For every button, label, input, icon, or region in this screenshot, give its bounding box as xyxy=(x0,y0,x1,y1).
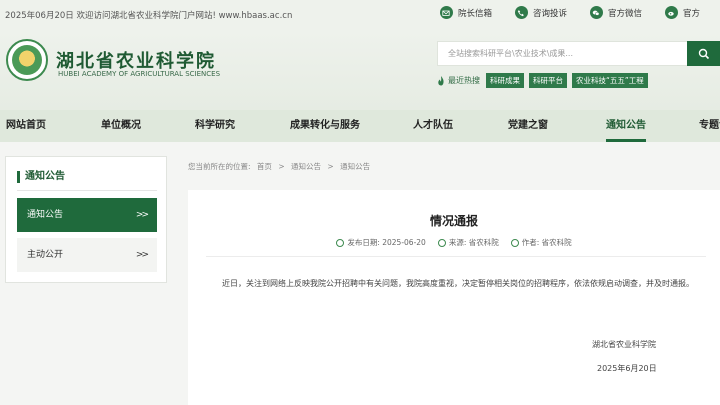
source-text: 来源: 省农科院 xyxy=(448,238,499,247)
breadcrumb-separator: > xyxy=(327,162,334,171)
search-button[interactable] xyxy=(687,41,720,66)
top-link-label: 咨询投诉 xyxy=(532,8,567,19)
logo-emblem xyxy=(12,45,42,75)
sidebar-divider xyxy=(17,190,157,191)
article-panel: 情况通报 发布日期: 2025-06-20 来源: 省农科院 作者: 省农科院 … xyxy=(188,190,720,405)
sidebar: 通知公告 通知公告 >> 主动公开 >> xyxy=(5,156,167,283)
top-link-label: 官方 xyxy=(682,8,700,19)
publish-date-text: 发布日期: 2025-06-20 xyxy=(347,238,426,247)
article-meta: 发布日期: 2025-06-20 来源: 省农科院 作者: 省农科院 xyxy=(188,237,720,248)
nav-item-topics[interactable]: 专题专 xyxy=(699,110,720,142)
nav-item-transfer[interactable]: 成果转化与服务 xyxy=(290,110,360,142)
site-header: 湖北省农业科学院 HUBEI ACADEMY OF AGRICULTURAL S… xyxy=(0,30,720,110)
sidebar-item-notices[interactable]: 通知公告 >> xyxy=(17,198,157,232)
breadcrumb-home-link[interactable]: 首页 xyxy=(257,162,272,171)
top-link-president-mailbox[interactable]: 院长信箱 xyxy=(439,6,492,19)
nav-item-research[interactable]: 科学研究 xyxy=(195,110,235,142)
hot-tag[interactable]: 科研平台 xyxy=(529,73,567,88)
site-logo[interactable] xyxy=(6,39,48,81)
welcome-text: 2025年06月20日 欢迎访问湖北省农业科学院门户网站! www.hbaas.… xyxy=(5,11,293,21)
breadcrumb-separator: > xyxy=(278,162,285,171)
nav-item-talent[interactable]: 人才队伍 xyxy=(413,110,453,142)
breadcrumb-prefix: 您当前所在的位置: xyxy=(188,162,251,171)
top-link-label: 院长信箱 xyxy=(457,8,492,19)
clock-icon xyxy=(336,238,345,247)
sidebar-title: 通知公告 xyxy=(17,171,65,183)
article-body: 近日，关注到网络上反映我院公开招聘中有关问题，我院高度重视，决定暂停相关岗位的招… xyxy=(222,279,694,288)
sidebar-item-disclosure[interactable]: 主动公开 >> xyxy=(17,238,157,272)
flame-icon xyxy=(438,75,444,85)
source-icon xyxy=(437,238,446,247)
chevron-right-icon: >> xyxy=(135,250,149,260)
sidebar-item-label: 通知公告 xyxy=(27,210,64,220)
nav-item-party[interactable]: 党建之窗 xyxy=(508,110,548,142)
breadcrumb-notices-link[interactable]: 通知公告 xyxy=(291,162,321,171)
article-title: 情况通报 xyxy=(429,214,478,228)
meta-divider xyxy=(206,256,706,257)
top-link-complaints[interactable]: 咨询投诉 xyxy=(514,6,567,19)
wechat-icon xyxy=(589,6,603,19)
hot-searches-label: 最近热搜 xyxy=(448,76,480,85)
hot-tag[interactable]: 科研成果 xyxy=(486,73,524,88)
nav-active-indicator xyxy=(606,139,646,142)
mail-icon xyxy=(439,6,453,19)
chevron-right-icon: >> xyxy=(135,210,149,220)
search-icon xyxy=(698,48,709,59)
weibo-icon xyxy=(664,6,678,19)
signature-org: 湖北省农业科学院 xyxy=(592,340,656,349)
author-text: 作者: 省农科院 xyxy=(521,238,572,247)
article-author: 作者: 省农科院 xyxy=(510,237,572,248)
breadcrumb: 您当前所在的位置: 首页 > 通知公告 > 通知公告 xyxy=(188,161,374,172)
top-link-weibo[interactable]: 官方 xyxy=(664,6,700,19)
breadcrumb-current[interactable]: 通知公告 xyxy=(340,162,370,171)
top-link-label: 官方微信 xyxy=(607,8,642,19)
article-source: 来源: 省农科院 xyxy=(437,237,499,248)
nav-item-home[interactable]: 网站首页 xyxy=(6,110,46,142)
publish-date: 发布日期: 2025-06-20 xyxy=(336,237,426,248)
hot-tag[interactable]: 农业科技“五五”工程 xyxy=(572,73,648,88)
nav-item-notices[interactable]: 通知公告 xyxy=(606,110,646,142)
hot-searches: 最近热搜 科研成果 科研平台 农业科技“五五”工程 xyxy=(437,73,653,88)
top-info-bar: 2025年06月20日 欢迎访问湖北省农业科学院门户网站! www.hbaas.… xyxy=(0,0,720,30)
main-nav: 网站首页 单位概况 科学研究 成果转化与服务 人才队伍 党建之窗 通知公告 专题… xyxy=(0,110,720,142)
sidebar-item-label: 主动公开 xyxy=(27,250,64,260)
user-icon xyxy=(510,238,519,247)
phone-icon xyxy=(514,6,528,19)
top-link-wechat[interactable]: 官方微信 xyxy=(589,6,642,19)
nav-item-overview[interactable]: 单位概况 xyxy=(101,110,141,142)
top-links: 院长信箱 咨询投诉 官方微信 官方 xyxy=(439,6,720,19)
site-name-en: HUBEI ACADEMY OF AGRICULTURAL SCIENCES xyxy=(58,70,221,78)
search-input[interactable]: 全站搜索科研平台\农业技术\成果... xyxy=(437,41,687,66)
signature-date: 2025年6月20日 xyxy=(597,364,657,373)
